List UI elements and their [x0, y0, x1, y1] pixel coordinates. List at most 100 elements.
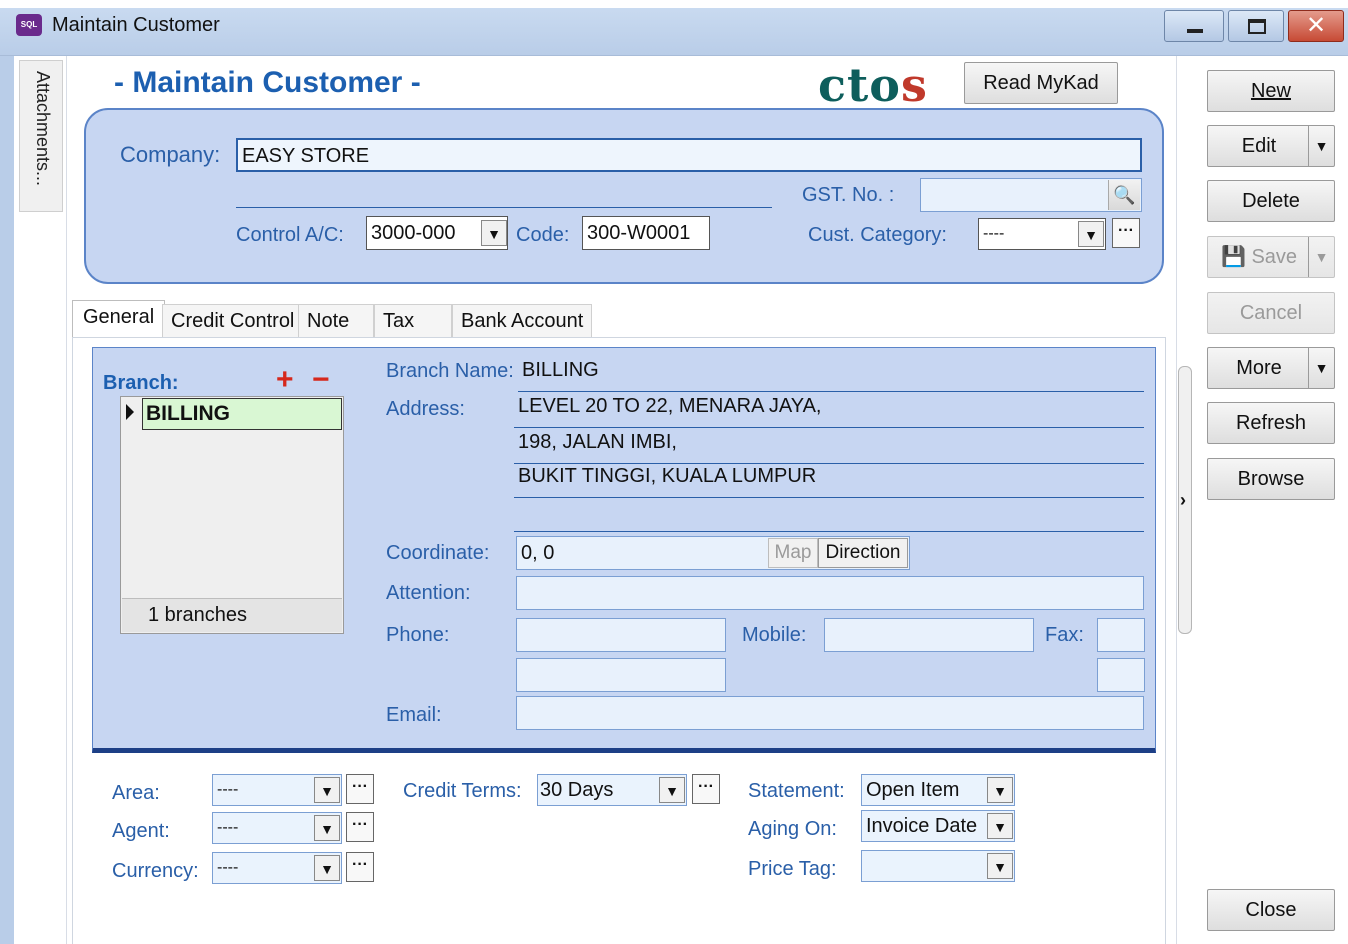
company-field[interactable]: EASY STORE [236, 138, 1142, 172]
statement-label: Statement: [748, 780, 845, 802]
phone-field-2[interactable] [516, 658, 726, 692]
browse-button[interactable]: Browse [1207, 458, 1335, 500]
row-pointer-icon [126, 404, 134, 420]
browse-label: Browse [1237, 468, 1305, 490]
save-icon: 💾 [1220, 246, 1246, 268]
more-button[interactable]: More ▼ [1207, 347, 1335, 389]
email-field[interactable] [516, 696, 1144, 730]
save-label: Save [1251, 246, 1298, 268]
maximize-button[interactable] [1228, 10, 1284, 42]
window-close-button[interactable]: ✕ [1288, 10, 1344, 42]
chevron-down-icon[interactable]: ▼ [1308, 126, 1334, 166]
chevron-right-icon[interactable]: › [1180, 490, 1186, 511]
branch-name-label: Branch Name: [386, 360, 514, 382]
page-title: - Maintain Customer - [114, 66, 421, 99]
direction-button[interactable]: Direction [818, 538, 908, 568]
chevron-down-icon[interactable]: ▼ [987, 813, 1013, 839]
agent-label: Agent: [112, 820, 170, 842]
map-button[interactable]: Map [768, 538, 818, 568]
remove-branch-icon[interactable]: − [312, 362, 330, 398]
attention-label: Attention: [386, 582, 471, 604]
chevron-down-icon[interactable]: ▼ [987, 853, 1013, 879]
price-tag-label: Price Tag: [748, 858, 837, 880]
chevron-down-icon[interactable]: ▼ [987, 777, 1013, 803]
tab-credit-control[interactable]: Credit Control [162, 304, 304, 338]
chevron-down-icon[interactable]: ▼ [1308, 237, 1334, 277]
chevron-down-icon[interactable]: ▼ [314, 815, 340, 841]
save-label-wrap: 💾 Save [1208, 237, 1310, 277]
left-divider [66, 56, 67, 944]
branch-name-field[interactable]: BILLING [518, 356, 1144, 392]
code-field[interactable]: 300-W0001 [582, 216, 710, 250]
credit-terms-lookup-button[interactable]: ··· [692, 774, 720, 804]
cancel-label: Cancel [1239, 302, 1303, 324]
edit-button[interactable]: Edit ▼ [1207, 125, 1335, 167]
more-label: More [1236, 357, 1282, 379]
close-label: Close [1245, 899, 1297, 921]
attachments-label: Attachments... [33, 71, 53, 187]
credit-terms-label: Credit Terms: [403, 780, 522, 802]
chevron-down-icon[interactable]: ▼ [481, 220, 507, 246]
window-title: Maintain Customer [52, 14, 220, 36]
tab-general[interactable]: General [72, 300, 166, 338]
address-line-4[interactable] [514, 496, 1144, 532]
agent-lookup-button[interactable]: ··· [346, 812, 374, 842]
search-icon[interactable]: 🔍 [1108, 180, 1140, 210]
add-branch-icon[interactable]: + [276, 362, 294, 398]
category-label: Cust. Category: [808, 224, 947, 246]
delete-button[interactable]: Delete [1207, 180, 1335, 222]
area-label: Area: [112, 782, 160, 804]
close-icon: ✕ [1305, 12, 1327, 39]
right-divider [1176, 56, 1177, 944]
minimize-icon [1187, 29, 1203, 33]
company-name2-line[interactable] [236, 207, 772, 208]
address-line-2[interactable]: 198, JALAN IMBI, [514, 428, 1144, 464]
window-left-border [0, 56, 14, 944]
new-label: New [1250, 80, 1291, 102]
minimize-button[interactable] [1164, 10, 1224, 42]
chevron-down-icon[interactable]: ▼ [1078, 221, 1104, 247]
attachments-tab[interactable]: Attachments... [19, 60, 63, 212]
address-line-3[interactable]: BUKIT TINGGI, KUALA LUMPUR [514, 462, 1144, 498]
currency-lookup-button[interactable]: ··· [346, 852, 374, 882]
chevron-down-icon[interactable]: ▼ [314, 855, 340, 881]
category-lookup-button[interactable]: ··· [1112, 218, 1140, 248]
chevron-down-icon[interactable]: ▼ [1308, 348, 1334, 388]
read-mykad-button[interactable]: Read MyKad [964, 62, 1118, 104]
phone-field-1[interactable] [516, 618, 726, 652]
area-lookup-button[interactable]: ··· [346, 774, 374, 804]
refresh-button[interactable]: Refresh [1207, 402, 1335, 444]
edit-label: Edit [1241, 135, 1277, 157]
tab-note[interactable]: Note [298, 304, 374, 338]
fax-field-1[interactable] [1097, 618, 1145, 652]
save-button[interactable]: 💾 Save ▼ [1207, 236, 1335, 278]
close-button[interactable]: Close [1207, 889, 1335, 931]
phone-label: Phone: [386, 624, 450, 646]
fax-label: Fax: [1045, 624, 1084, 646]
mobile-label: Mobile: [742, 624, 807, 646]
mobile-field[interactable] [824, 618, 1034, 652]
currency-label: Currency: [112, 860, 199, 882]
attention-field[interactable] [516, 576, 1144, 610]
control-ac-label: Control A/C: [236, 224, 344, 246]
maximize-icon [1248, 19, 1266, 34]
aging-on-label: Aging On: [748, 818, 837, 840]
refresh-label: Refresh [1235, 412, 1307, 434]
tab-tax[interactable]: Tax [374, 304, 452, 338]
chevron-down-icon[interactable]: ▼ [659, 777, 685, 803]
email-label: Email: [386, 704, 442, 726]
cancel-button[interactable]: Cancel [1207, 292, 1335, 334]
new-button[interactable]: New [1207, 70, 1335, 112]
fax-field-2[interactable] [1097, 658, 1145, 692]
coordinate-label: Coordinate: [386, 542, 490, 564]
address-line-1[interactable]: LEVEL 20 TO 22, MENARA JAYA, [514, 392, 1144, 428]
branch-count: 1 branches [148, 604, 247, 626]
tab-bank-account[interactable]: Bank Account [452, 304, 593, 338]
gst-label: GST. No. : [802, 184, 895, 206]
code-label: Code: [516, 224, 570, 246]
app-icon: SQL [16, 14, 42, 36]
branch-title: Branch: [103, 372, 179, 394]
ctos-logo: ctos [818, 58, 928, 112]
chevron-down-icon[interactable]: ▼ [314, 777, 340, 803]
list-item[interactable]: BILLING [142, 398, 342, 430]
